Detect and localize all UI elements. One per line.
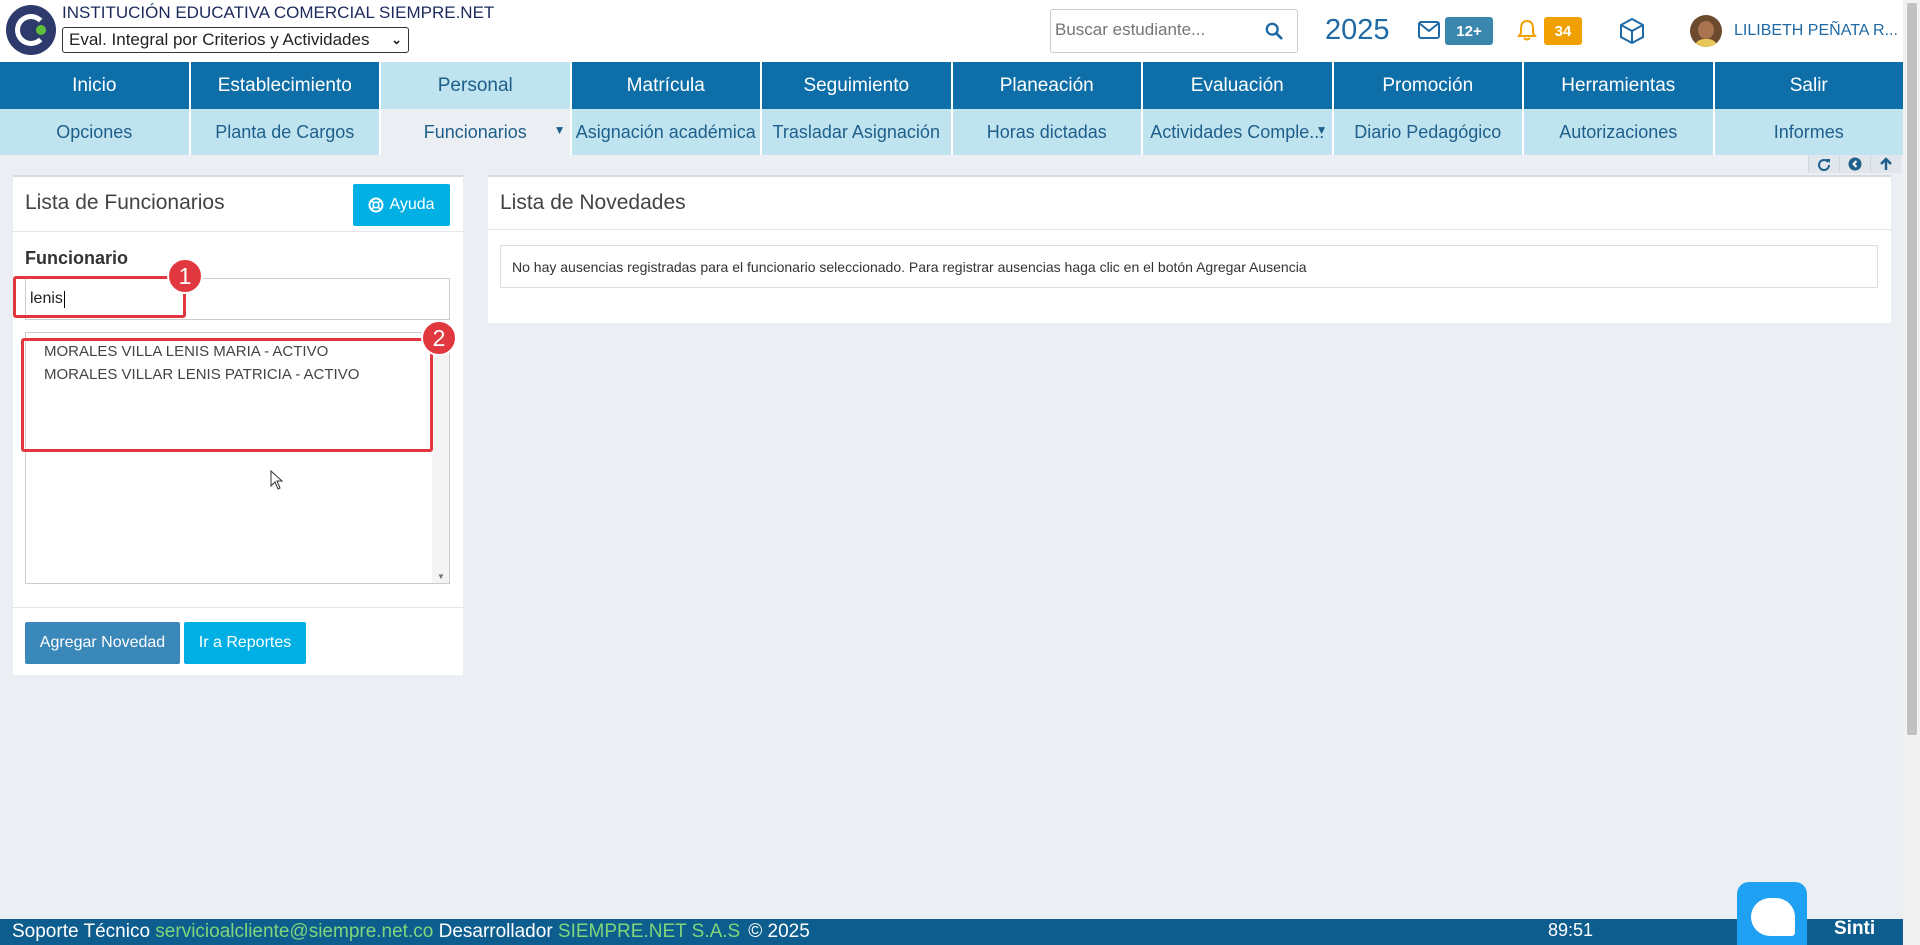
annotation-box-1 bbox=[13, 276, 186, 318]
subnav-label: Opciones bbox=[56, 121, 133, 142]
annotation-box-2 bbox=[21, 338, 433, 452]
cube-icon[interactable] bbox=[1618, 17, 1646, 45]
copyright: © 2025 bbox=[748, 921, 810, 942]
subnav-autorizaciones[interactable]: Autorizaciones bbox=[1524, 109, 1713, 155]
back-arrow-icon[interactable] bbox=[1839, 155, 1870, 173]
evaluation-mode-select[interactable]: Eval. Integral por Criterios y Actividad… bbox=[62, 27, 409, 53]
caret-down-icon[interactable]: ▼ bbox=[554, 123, 566, 137]
notifications-badge[interactable]: 34 bbox=[1544, 17, 1582, 45]
student-search[interactable] bbox=[1050, 9, 1298, 53]
annotation-badge-1: 1 bbox=[167, 258, 203, 294]
help-button-label: Ayuda bbox=[389, 196, 435, 213]
subnav-label: Trasladar Asignación bbox=[772, 121, 940, 142]
subnav-diario-pedagogico[interactable]: Diario Pedagógico bbox=[1333, 109, 1522, 155]
footer: Soporte Técnico servicioalcliente@siempr… bbox=[0, 919, 1903, 945]
subnav-label: Informes bbox=[1773, 121, 1844, 142]
subnav-label: Funcionarios bbox=[423, 121, 527, 142]
subnav-label: Diario Pedagógico bbox=[1354, 121, 1502, 142]
sub-navigation: Opciones Planta de Cargos Funcionarios ▼ … bbox=[0, 109, 1903, 155]
subnav-label: Horas dictadas bbox=[986, 121, 1107, 142]
subnav-label: Autorizaciones bbox=[1559, 121, 1678, 142]
subnav-planta-de-cargos[interactable]: Planta de Cargos bbox=[190, 109, 379, 155]
page-tools bbox=[1808, 155, 1903, 173]
chat-bubble-icon[interactable] bbox=[1737, 882, 1807, 945]
top-header: INSTITUCIÓN EDUCATIVA COMERCIAL SIEMPRE.… bbox=[0, 0, 1903, 62]
arrow-up-icon[interactable] bbox=[1870, 155, 1901, 173]
user-name[interactable]: LILIBETH PEÑATA R... bbox=[1734, 22, 1898, 40]
scroll-down-icon[interactable]: ▼ bbox=[437, 572, 445, 581]
annotation-badge-2: 2 bbox=[421, 320, 457, 356]
sinti-brand[interactable]: Sinti bbox=[1834, 918, 1875, 940]
novelties-title: Lista de Novedades bbox=[500, 191, 686, 214]
subnav-opciones[interactable]: Opciones bbox=[0, 109, 189, 155]
go-to-reports-button[interactable]: Ir a Reportes bbox=[184, 622, 306, 664]
chevron-down-icon: ⌄ bbox=[391, 32, 402, 47]
page-scrollbar-thumb[interactable] bbox=[1907, 3, 1917, 735]
support-label: Soporte Técnico bbox=[12, 921, 151, 942]
search-icon[interactable] bbox=[1265, 22, 1283, 40]
mouse-cursor-icon bbox=[270, 470, 284, 490]
refresh-icon[interactable] bbox=[1808, 155, 1839, 173]
institution-name: INSTITUCIÓN EDUCATIVA COMERCIAL SIEMPRE.… bbox=[62, 3, 495, 22]
support-email-link[interactable]: servicioalcliente@siempre.net.co bbox=[155, 921, 433, 943]
subnav-label: Asignación académica bbox=[575, 121, 756, 142]
staff-list-title: Lista de Funcionarios bbox=[25, 191, 225, 214]
divider bbox=[13, 607, 463, 608]
nav-inicio[interactable]: Inicio bbox=[0, 62, 189, 109]
subnav-label: Planta de Cargos bbox=[215, 121, 355, 142]
nav-matricula[interactable]: Matrícula bbox=[571, 62, 760, 109]
nav-planeacion[interactable]: Planeación bbox=[952, 62, 1141, 109]
institution-logo bbox=[6, 5, 56, 55]
nav-establecimiento[interactable]: Establecimiento bbox=[190, 62, 379, 109]
subnav-actividades-complementarias[interactable]: Actividades Comple... ▼ bbox=[1143, 109, 1332, 155]
subnav-funcionarios[interactable]: Funcionarios ▼ bbox=[381, 109, 570, 155]
developer-label: Desarrollador bbox=[438, 921, 553, 942]
user-avatar[interactable] bbox=[1690, 15, 1722, 47]
divider bbox=[13, 231, 463, 232]
envelope-icon[interactable] bbox=[1418, 21, 1440, 39]
developer-link[interactable]: SIEMPRE.NET S.A.S bbox=[558, 921, 740, 943]
nav-seguimiento[interactable]: Seguimiento bbox=[762, 62, 951, 109]
nav-salir[interactable]: Salir bbox=[1714, 62, 1903, 109]
nav-evaluacion[interactable]: Evaluación bbox=[1143, 62, 1332, 109]
empty-state-message: No hay ausencias registradas para el fun… bbox=[500, 245, 1878, 288]
subnav-informes[interactable]: Informes bbox=[1714, 109, 1903, 155]
caret-down-icon[interactable]: ▼ bbox=[1316, 123, 1328, 137]
divider bbox=[488, 229, 1891, 230]
subnav-label: Actividades Comple... bbox=[1150, 121, 1325, 142]
school-year[interactable]: 2025 bbox=[1325, 14, 1390, 47]
nav-promocion[interactable]: Promoción bbox=[1333, 62, 1522, 109]
staff-field-label: Funcionario bbox=[25, 248, 128, 268]
subnav-asignacion-academica[interactable]: Asignación académica bbox=[571, 109, 760, 155]
add-novelty-button[interactable]: Agregar Novedad bbox=[25, 622, 180, 664]
lifebuoy-icon bbox=[368, 197, 384, 213]
nav-personal[interactable]: Personal bbox=[381, 62, 570, 109]
bell-icon[interactable] bbox=[1517, 19, 1537, 41]
session-timer: 89:51 bbox=[1548, 920, 1594, 940]
student-search-input[interactable] bbox=[1055, 20, 1255, 40]
listbox-scrollbar[interactable]: ▼ bbox=[432, 333, 449, 583]
subnav-trasladar-asignacion[interactable]: Trasladar Asignación bbox=[762, 109, 951, 155]
help-button[interactable]: Ayuda bbox=[353, 184, 450, 226]
page-scrollbar[interactable] bbox=[1903, 0, 1920, 945]
evaluation-mode-value: Eval. Integral por Criterios y Actividad… bbox=[69, 30, 370, 49]
subnav-horas-dictadas[interactable]: Horas dictadas bbox=[952, 109, 1141, 155]
messages-badge[interactable]: 12+ bbox=[1445, 17, 1493, 45]
main-navigation: Inicio Establecimiento Personal Matrícul… bbox=[0, 62, 1903, 109]
novelties-panel: Lista de Novedades No hay ausencias regi… bbox=[488, 175, 1891, 323]
nav-herramientas[interactable]: Herramientas bbox=[1524, 62, 1713, 109]
